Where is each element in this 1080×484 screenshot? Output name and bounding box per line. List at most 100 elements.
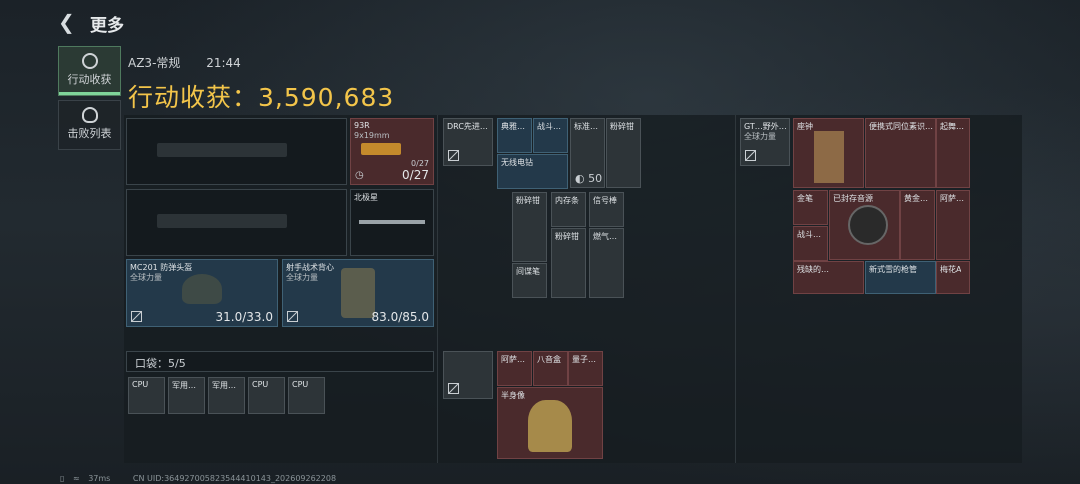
pistol-slot[interactable]: 93R 9x19mm 0/27 ◷ 0/27 [350,118,434,185]
tab-gains-label: 行动收获 [67,73,112,86]
no-insure-icon [287,311,298,322]
session-info: AZ3-常规 21:44 [128,54,263,71]
loot-item[interactable]: 量子… [568,351,603,386]
item-label: 粉碎钳 [516,196,540,205]
primary-weapon-slot[interactable] [126,118,347,185]
ammo-small: 0/27 [411,159,429,168]
clock-icon: ◷ [355,170,364,181]
loot-item[interactable]: 八音盒 [533,351,568,386]
rig-item[interactable]: 无线电钻 [497,154,568,189]
rig-item[interactable]: 战斗… [533,118,568,153]
rig-bag[interactable]: DRC先进… [443,118,493,166]
helmet-faction: 全球力量 [130,273,162,282]
pistol-icon [361,143,401,155]
loot-item[interactable]: 阿萨… [936,190,970,260]
pocket-item[interactable]: CPU [128,377,165,414]
item-label: 已封存音源 [833,194,873,203]
loot-item[interactable]: 阿萨… [497,351,532,386]
rig-item[interactable]: 粉碎钳 [512,192,547,262]
melee-slot[interactable]: 北极星 [350,189,434,256]
item-label: 阿萨… [940,194,964,203]
item-label: 量子… [572,355,596,364]
pocket-item[interactable]: 军用… [168,377,205,414]
rig-item[interactable]: 燃气… [589,228,624,298]
ammo-count: 0/27 [402,168,429,182]
armor-faction: 全球力量 [286,273,318,282]
tab-kills[interactable]: 击败列表 [58,100,121,150]
item-label: 新式雪的枪管 [869,265,917,274]
rifle-silhouette-icon [157,214,287,228]
item-label: 残缺的… [797,265,829,274]
rig-item[interactable]: 粉碎钳 [551,228,586,298]
rig-item[interactable]: 内存条 [551,192,586,227]
top-bar: ❮ 更多 [0,0,1080,40]
no-insure-icon [448,383,459,394]
rig-item[interactable]: 间谍笔 [512,263,547,298]
item-label: 起舞… [940,122,964,131]
loot-item[interactable]: 已封存音源 [829,190,900,260]
melee-name: 北极星 [354,193,378,202]
item-label: DRC先进… [447,122,488,131]
item-label: 无线电钻 [501,158,533,167]
item-label: 半身像 [501,391,525,400]
helmet-durability: 31.0/33.0 [215,310,273,324]
loot-item[interactable]: 座钟 [793,118,864,188]
pocket-item[interactable]: CPU [288,377,325,414]
item-label: 金笔 [797,194,813,203]
loot-item[interactable]: 起舞… [936,118,970,188]
item-label: 粉碎钳 [610,122,634,131]
item-label: 典雅… [501,122,525,131]
pocket-header: 口袋：5/5 [126,351,434,372]
armor-slot[interactable]: 射手战术背心 全球力量 83.0/85.0 [282,259,434,327]
back-arrow-icon[interactable]: ❮ [58,10,75,34]
rig-item[interactable]: 标准… ◐ 50 [570,118,605,188]
item-label: 战斗… [797,230,821,239]
map-name: AZ3-常规 [128,56,181,70]
rig-item[interactable]: 典雅… [497,118,532,153]
divider [735,115,736,463]
alien-head-icon [81,107,98,123]
rig-item[interactable]: 信号棒 [589,192,624,227]
loot-item[interactable]: 金笔 [793,190,828,225]
gain-label: 行动收获： [128,83,259,112]
divider [437,115,438,463]
item-label: 标准… [574,122,598,131]
backpack-bag[interactable]: GT…野外… 全球力量 [740,118,790,166]
item-label: CPU [132,380,149,389]
reel-icon [848,205,888,245]
no-insure-icon [745,150,756,161]
loot-item[interactable]: 新式雪的枪管 [865,261,936,294]
loot-item[interactable]: 残缺的… [793,261,864,294]
pocket-item[interactable]: CPU [248,377,285,414]
item-label: 便携式同位素识… [869,122,933,131]
secondary-weapon-slot[interactable] [126,189,347,256]
item-label: 军用… [172,381,196,390]
backpack-small[interactable] [443,351,493,399]
uid: CN UID:364927005823544410143_20260926220… [132,474,337,483]
item-label: 粉碎钳 [555,232,579,241]
tab-gains[interactable]: 行动收获 [58,46,121,96]
clock-item-icon [814,131,844,183]
item-label: 八音盒 [537,355,561,364]
gain-total: 行动收获：3,590,683 [128,78,394,114]
item-label: 军用… [212,381,236,390]
durability-value: ◐ 50 [575,172,603,185]
helmet-slot[interactable]: MC201 防弹头盔 全球力量 31.0/33.0 [126,259,278,327]
wifi-icon: ≈ [72,474,80,483]
pistol-caliber: 9x19mm [354,131,390,140]
loot-item[interactable]: 战斗… [793,226,828,261]
vest-icon [341,268,375,318]
battery-icon: ▯ [60,474,65,483]
loot-item[interactable]: 黄金… [900,190,935,260]
loot-item[interactable]: 半身像 [497,387,603,459]
rifle-silhouette-icon [157,143,287,157]
pocket-item[interactable]: 军用… [208,377,245,414]
rig-item[interactable]: 粉碎钳 [606,118,641,188]
tab-kills-label: 击败列表 [67,127,112,140]
target-icon [81,53,98,69]
loot-item[interactable]: 梅花A [936,261,970,294]
item-label: CPU [252,380,269,389]
loot-item[interactable]: 便携式同位素识… [865,118,936,188]
pistol-name: 93R [354,121,370,130]
item-label: 间谍笔 [516,267,540,276]
